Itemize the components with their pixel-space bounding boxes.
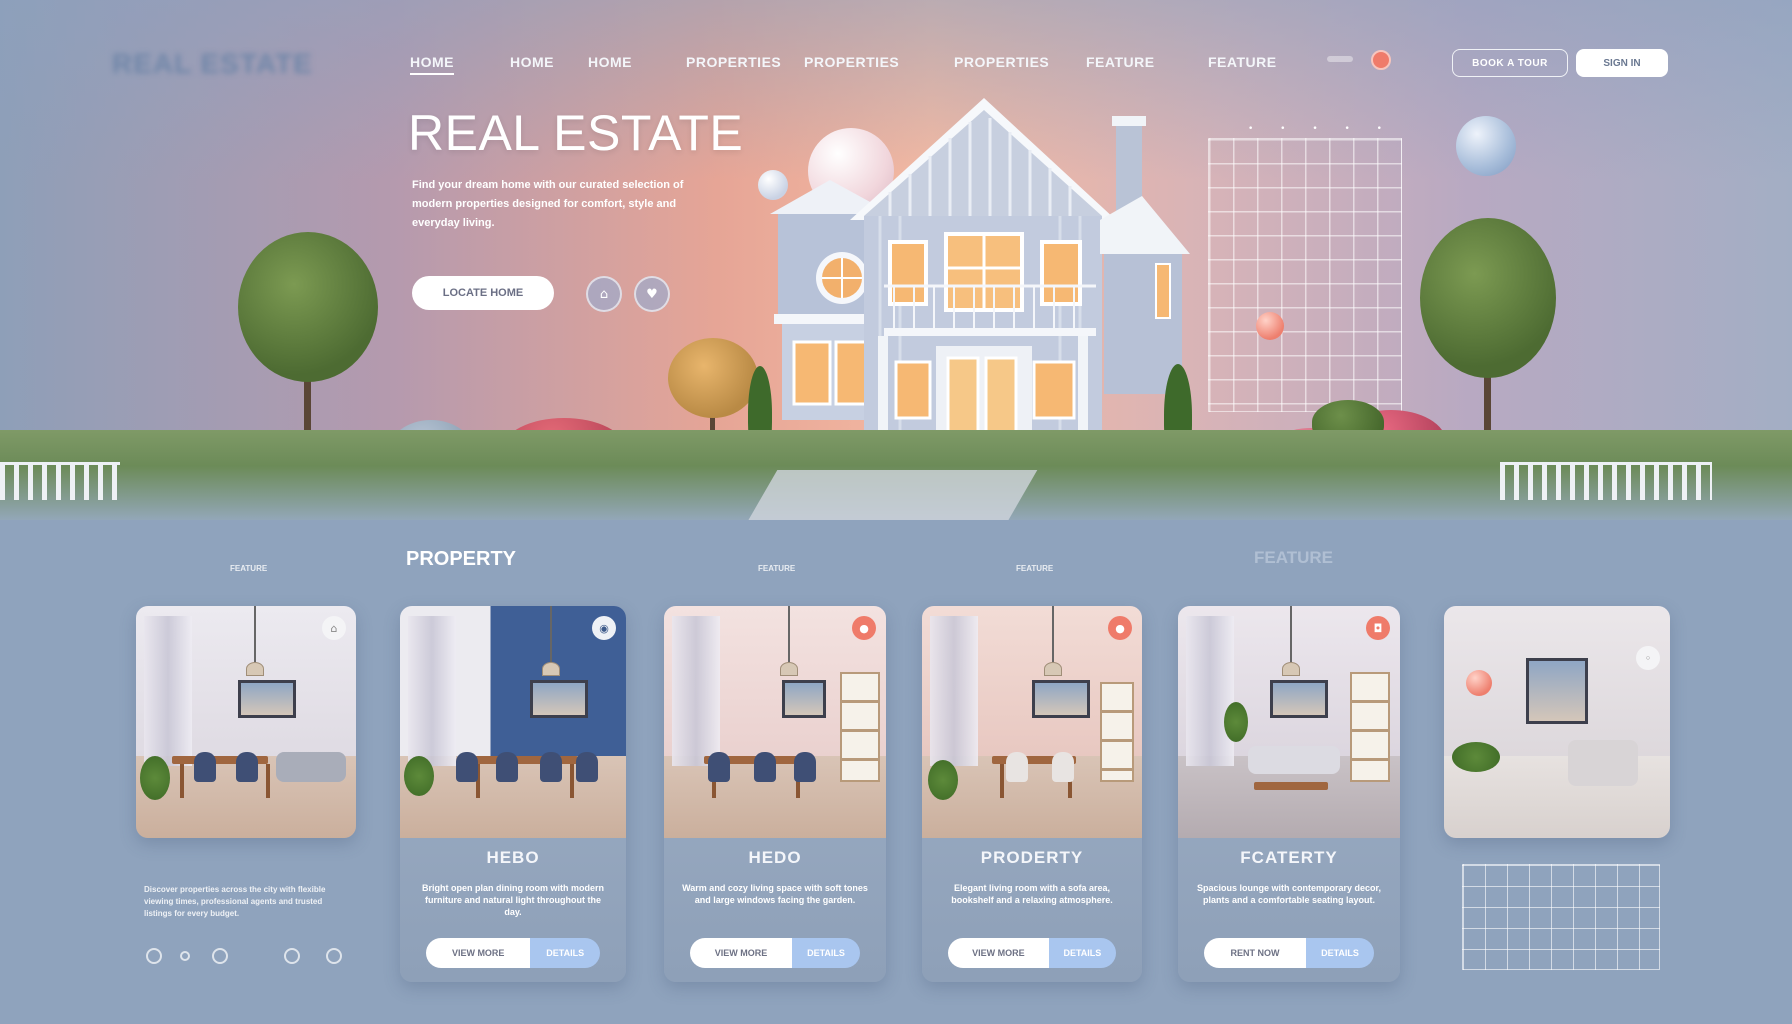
nav-feature[interactable]: FEATURE xyxy=(1086,54,1155,70)
nav-feature-2[interactable]: FEATURE xyxy=(1208,54,1277,70)
grid-dots: • • • • • xyxy=(1248,124,1394,134)
nav-properties[interactable]: PROPERTIES xyxy=(686,54,781,70)
property-card[interactable]: ⌂ xyxy=(136,606,356,838)
home-icon[interactable]: ⌂ xyxy=(586,276,622,312)
section-title-property: PROPERTY xyxy=(406,548,517,570)
details-button[interactable]: DETAILS xyxy=(792,938,860,968)
property-card[interactable]: ◉ HEBO Bright open plan dining room with… xyxy=(400,606,626,982)
card-description: Warm and cozy living space with soft ton… xyxy=(682,883,868,905)
room-photo xyxy=(1444,606,1670,838)
fence-right xyxy=(1500,462,1712,500)
decor-sphere-blue xyxy=(1456,116,1516,176)
dot-icon[interactable] xyxy=(180,951,190,961)
circle-icon[interactable] xyxy=(146,948,162,964)
details-button[interactable]: DETAILS xyxy=(1306,938,1374,968)
heart-icon[interactable]: ♥ xyxy=(634,276,670,312)
property-card[interactable]: ◘ FCATERTY Spacious lounge with contempo… xyxy=(1178,606,1400,982)
property-card[interactable]: ◦ xyxy=(1444,606,1670,838)
decor-grid-panel xyxy=(1208,138,1402,412)
dot-icon[interactable]: ◦ xyxy=(1636,646,1660,670)
room-photo xyxy=(922,606,1142,838)
nav-home-3[interactable]: HOME xyxy=(588,54,632,70)
house-illustration xyxy=(770,98,1190,450)
section-label-mid-1: FEATURE xyxy=(758,564,796,573)
card-description: Bright open plan dining room with modern… xyxy=(422,883,604,917)
details-button[interactable]: DETAILS xyxy=(1048,938,1116,968)
nav-indicator xyxy=(1327,56,1353,62)
card-title: PRODERTY xyxy=(980,848,1084,867)
book-tour-button[interactable]: BOOK A TOUR xyxy=(1452,49,1568,77)
brand-logo[interactable]: REAL ESTATE xyxy=(112,48,313,80)
circle-icon[interactable]: ◉ xyxy=(592,616,616,640)
section-title-feature: FEATURE xyxy=(1254,548,1334,567)
card-title: HEBO xyxy=(486,848,540,867)
property-card[interactable]: ● PRODERTY Elegant living room with a so… xyxy=(922,606,1142,982)
card-title: HEDO xyxy=(748,848,802,867)
pin-icon[interactable]: ● xyxy=(852,616,876,640)
camera-icon[interactable]: ◘ xyxy=(1366,616,1390,640)
view-more-button[interactable]: VIEW MORE xyxy=(948,938,1049,968)
card-actions: VIEW MORE DETAILS xyxy=(426,938,600,968)
top-navigation: REAL ESTATE HOME HOME HOME PROPERTIES PR… xyxy=(0,36,1792,86)
property-card[interactable]: ● HEDO Warm and cozy living space with s… xyxy=(664,606,886,982)
share-icon[interactable] xyxy=(212,948,228,964)
details-button[interactable]: DETAILS xyxy=(530,938,600,968)
room-photo xyxy=(400,606,626,838)
info-text: Discover properties across the city with… xyxy=(144,885,326,918)
nav-properties-2[interactable]: PROPERTIES xyxy=(804,54,899,70)
view-more-button[interactable]: VIEW MORE xyxy=(426,938,531,968)
view-more-button[interactable]: VIEW MORE xyxy=(690,938,792,968)
heart-icon[interactable] xyxy=(326,948,342,964)
notification-icon[interactable] xyxy=(1371,50,1391,70)
nav-properties-3[interactable]: PROPERTIES xyxy=(954,54,1049,70)
card-actions: VIEW MORE DETAILS xyxy=(948,938,1116,968)
room-photo xyxy=(136,606,356,838)
room-photo xyxy=(664,606,886,838)
fence-left xyxy=(0,462,120,500)
rent-now-button[interactable]: RENT NOW xyxy=(1204,938,1306,968)
pin-icon[interactable]: ● xyxy=(1108,616,1132,640)
card-description: Spacious lounge with contemporary decor,… xyxy=(1196,883,1382,905)
card-actions: RENT NOW DETAILS xyxy=(1204,938,1374,968)
sign-in-button[interactable]: SIGN IN xyxy=(1576,49,1668,77)
room-photo xyxy=(1178,606,1400,838)
section-label-mid-2: FEATURE xyxy=(1016,564,1054,573)
walkway xyxy=(742,470,1038,520)
home-icon[interactable]: ⌂ xyxy=(322,616,346,640)
card-description: Elegant living room with a sofa area, bo… xyxy=(951,883,1113,905)
decor-sphere-coral xyxy=(1256,312,1284,340)
chat-icon[interactable] xyxy=(284,948,300,964)
locate-home-button[interactable]: LOCATE HOME xyxy=(412,276,554,310)
calendar-grid[interactable] xyxy=(1462,864,1660,970)
nav-home[interactable]: HOME xyxy=(410,54,454,75)
card-title: FCATERTY xyxy=(1240,848,1338,867)
nav-home-2[interactable]: HOME xyxy=(510,54,554,70)
card-actions: VIEW MORE DETAILS xyxy=(690,938,860,968)
hero-title: REAL ESTATE xyxy=(408,105,744,161)
section-label-left: FEATURE xyxy=(230,564,268,573)
hero-description: Find your dream home with our curated se… xyxy=(412,179,684,229)
